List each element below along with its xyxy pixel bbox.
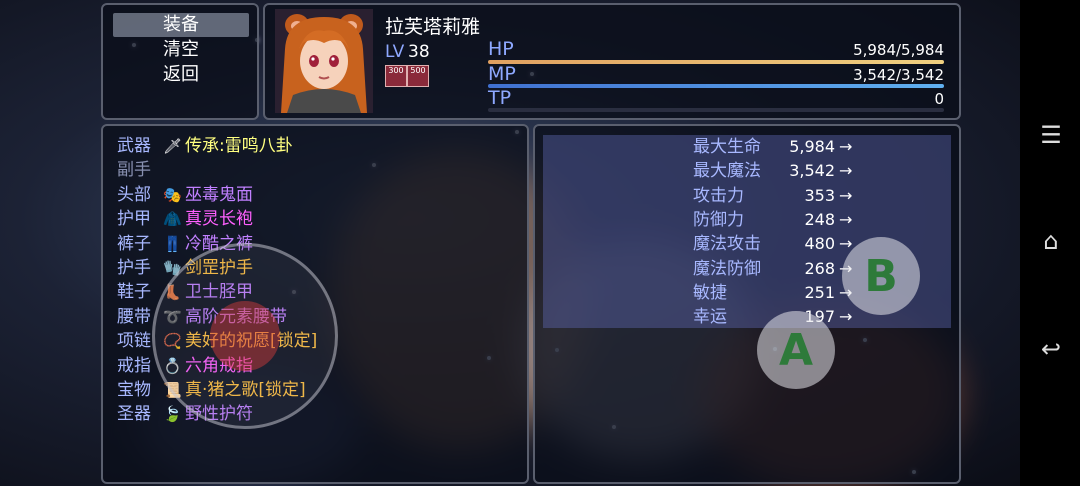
stat-value: 248	[804, 209, 835, 229]
mp-gauge	[488, 84, 944, 88]
stat-arrow: →	[839, 185, 853, 205]
stat-name: 敏捷	[693, 282, 727, 303]
stat-name: 最大魔法	[693, 161, 761, 182]
mp-label: MP	[488, 63, 516, 85]
state-badge-text: 300	[388, 66, 404, 75]
stat-name: 魔法攻击	[693, 234, 761, 255]
home-icon[interactable]: ⌂	[1038, 228, 1064, 254]
button-a-label: A	[778, 324, 814, 376]
game-screen: 装备 清空 返回 拉芙塔莉雅 LV 38 300 500 HP 5,984/5,…	[0, 0, 1020, 486]
equip-slot[interactable]: 裤子 👖 冷酷之裤	[117, 232, 517, 256]
mp-gauge-fill	[488, 84, 944, 88]
actor-status-window: 拉芙塔莉雅 LV 38 300 500 HP 5,984/5,984 MP 3,…	[263, 3, 961, 120]
portrait-art	[275, 9, 373, 113]
stat-value: 268	[804, 258, 835, 278]
stat-value: 5,984	[789, 137, 835, 156]
button-b-label: B	[864, 250, 898, 302]
command-window: 装备 清空 返回	[101, 3, 259, 120]
equip-slot[interactable]: 头部 🎭 巫毒鬼面	[117, 183, 517, 207]
equip-slot[interactable]: 护甲 🧥 真灵长袍	[117, 207, 517, 231]
stat-row: 最大魔法 3,542 →	[543, 159, 947, 183]
equip-slot-type: 护手	[117, 258, 151, 278]
system-nav-bar: ☰ ⌂ ↩	[1020, 0, 1080, 486]
equip-slot-type: 头部	[117, 184, 151, 205]
mp-value: 3,542/3,542	[853, 66, 944, 84]
equip-slot-type: 裤子	[117, 233, 151, 254]
tp-label: TP	[488, 87, 512, 109]
stat-row: 防御力 248 →	[543, 208, 947, 232]
virtual-joystick[interactable]	[152, 243, 338, 429]
equip-slot[interactable]: 副手	[117, 158, 517, 182]
stat-value: 251	[804, 282, 835, 302]
menu-back[interactable]: 返回	[113, 63, 249, 87]
state-badge-text: 500	[410, 66, 426, 75]
level-value: 38	[408, 42, 430, 62]
equip-slot[interactable]: 圣器 🍃 野性护符	[117, 402, 517, 426]
hp-gauge	[488, 60, 944, 64]
stat-value: 353	[804, 185, 835, 205]
stat-arrow: →	[839, 209, 853, 229]
stat-name: 攻击力	[693, 185, 744, 206]
equip-item-name: 巫毒鬼面	[185, 184, 253, 205]
equip-item-name: 真灵长袍	[185, 209, 253, 230]
button-b[interactable]: B	[842, 237, 920, 315]
menu-equip[interactable]: 装备	[113, 13, 249, 37]
stat-name: 防御力	[693, 209, 744, 230]
hp-label: HP	[488, 38, 514, 60]
back-icon[interactable]: ↩	[1038, 336, 1064, 362]
equip-slot-type: 护甲	[117, 209, 151, 230]
stat-value: 3,542	[789, 161, 835, 181]
robe-icon: 🧥	[163, 210, 182, 229]
stat-name: 最大生命	[693, 137, 761, 157]
stat-arrow: →	[839, 137, 853, 156]
equip-slot-type: 宝物	[117, 380, 151, 400]
equip-item-name: 传承:雷鸣八卦	[185, 136, 293, 156]
menu-icon[interactable]: ☰	[1038, 122, 1064, 148]
mask-icon: 🎭	[163, 185, 182, 204]
state-badge: 500	[407, 65, 429, 87]
stat-name: 幸运	[693, 307, 727, 328]
stat-arrow: →	[839, 307, 853, 327]
stat-value: 480	[804, 234, 835, 254]
actor-name: 拉芙塔莉雅	[385, 16, 481, 38]
stat-name: 魔法防御	[693, 258, 761, 279]
hp-gauge-fill	[488, 60, 944, 64]
equip-slot-type: 鞋子	[117, 282, 151, 303]
joystick-knob[interactable]	[210, 301, 280, 371]
stat-row: 最大生命 5,984 →	[543, 135, 947, 159]
equip-slot-type: 武器	[117, 136, 151, 156]
equip-slot-type: 副手	[117, 160, 151, 181]
stat-row: 攻击力 353 →	[543, 184, 947, 208]
hp-value: 5,984/5,984	[853, 41, 944, 59]
leaf-icon: 🍃	[163, 405, 182, 424]
button-a[interactable]: A	[757, 311, 835, 389]
menu-clear[interactable]: 清空	[113, 38, 249, 62]
stat-arrow: →	[839, 161, 853, 181]
actor-portrait	[275, 9, 373, 113]
pants-icon: 👖	[163, 234, 182, 253]
feather-sword-icon: 🗡	[163, 137, 183, 155]
state-badge: 300	[385, 65, 407, 87]
tp-value: 0	[934, 90, 944, 108]
equip-slot-type: 圣器	[117, 404, 151, 425]
level-label: LV	[385, 42, 405, 62]
equip-slot[interactable]: 武器 🗡 传承:雷鸣八卦	[117, 134, 517, 158]
tp-gauge	[488, 108, 944, 112]
